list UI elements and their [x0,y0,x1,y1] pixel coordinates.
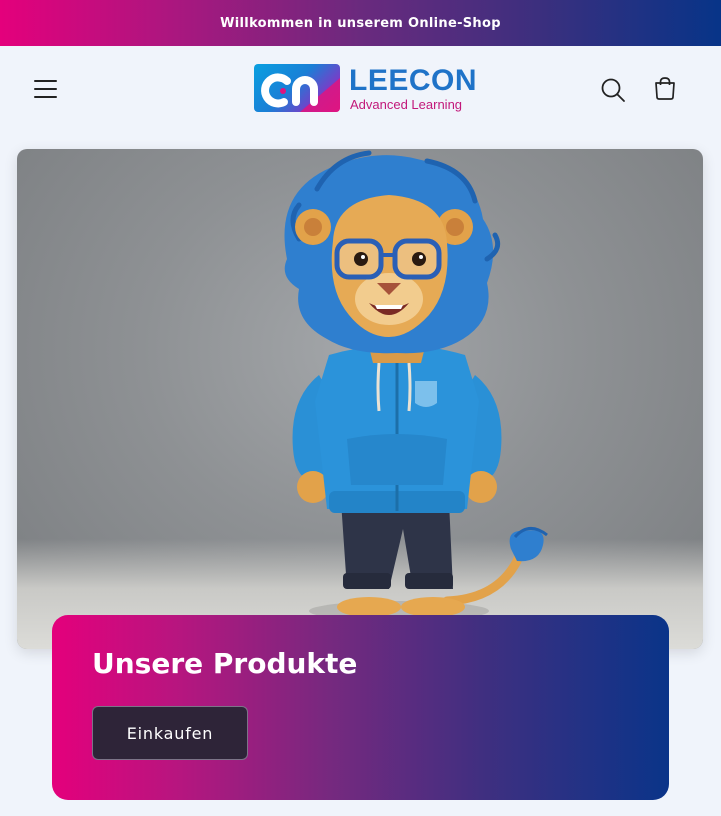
site-logo[interactable]: LEECON Advanced Learning [254,64,477,114]
site-header: LEECON Advanced Learning [0,46,721,132]
cart-icon [655,77,675,100]
lion-mascot-illustration [284,150,548,621]
logo-tagline: Advanced Learning [350,97,463,112]
hamburger-line [34,96,57,98]
cart-button[interactable] [650,75,680,103]
hamburger-menu-icon [34,80,57,82]
logo-mark-icon [254,64,340,112]
logo-name: LEECON [349,64,478,97]
hero-image [17,149,703,649]
announcement-bar: Willkommen in unserem Online-Shop [0,0,721,46]
search-button[interactable] [599,76,629,104]
search-icon [601,78,625,102]
promo-banner: Unsere Produkte Einkaufen [52,615,669,800]
hamburger-line [34,88,57,90]
shop-now-button[interactable]: Einkaufen [92,706,248,760]
menu-button[interactable] [30,76,60,102]
announcement-text: Willkommen in unserem Online-Shop [220,15,501,31]
banner-title: Unsere Produkte [92,647,358,680]
